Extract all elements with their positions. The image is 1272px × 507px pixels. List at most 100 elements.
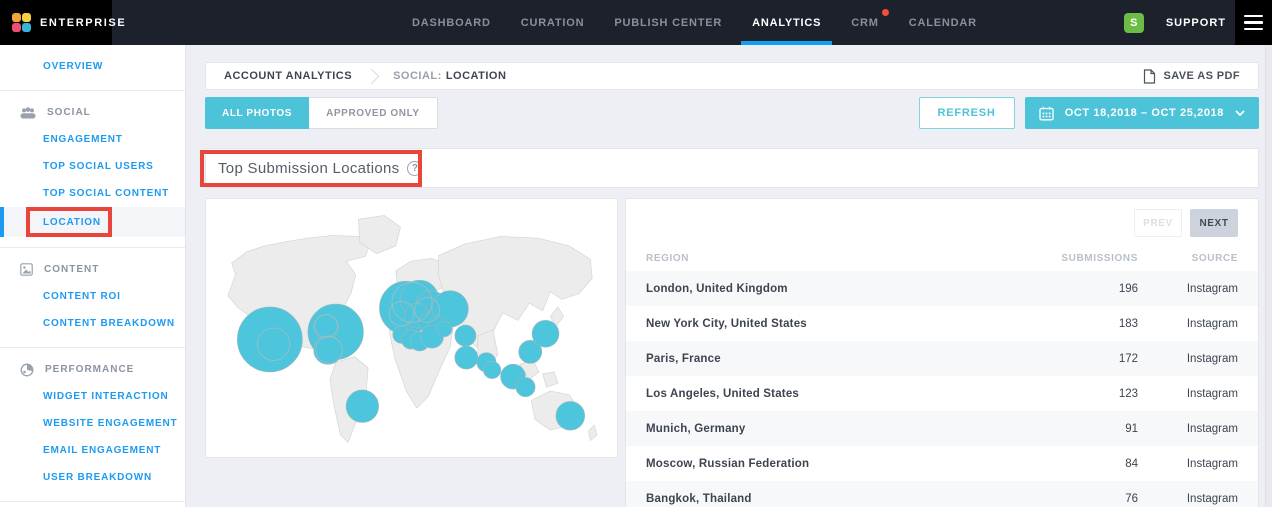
cell-submissions: 76	[988, 481, 1138, 507]
cell-submissions: 172	[988, 341, 1138, 376]
cell-source: Instagram	[1138, 446, 1258, 481]
next-button[interactable]: NEXT	[1190, 209, 1238, 237]
table-row: Paris, France 172 Instagram	[626, 341, 1258, 376]
table-header-row: REGION SUBMISSIONS SOURCE	[626, 245, 1258, 271]
cell-source: Instagram	[1138, 271, 1258, 306]
table-row: Moscow, Russian Federation 84 Instagram	[626, 446, 1258, 481]
page-title: Top Submission Locations	[218, 160, 399, 177]
cell-source: Instagram	[1138, 376, 1258, 411]
nav-item-calendar[interactable]: CALENDAR	[909, 0, 977, 45]
sidebar-item-top-social-users[interactable]: TOP SOCIAL USERS	[0, 153, 185, 180]
table-row: London, United Kingdom 196 Instagram	[626, 271, 1258, 306]
column-header-source: SOURCE	[1138, 245, 1258, 271]
cell-submissions: 91	[988, 411, 1138, 446]
sidebar-item-user-breakdown[interactable]: USER BREAKDOWN	[0, 464, 185, 491]
cell-source: Instagram	[1138, 411, 1258, 446]
breadcrumb-account-analytics[interactable]: ACCOUNT ANALYTICS	[224, 70, 352, 82]
sidebar-item-overview[interactable]: OVERVIEW	[0, 53, 185, 80]
content-columns: PREV NEXT REGION SUBMISSIONS SOURCE Lond…	[205, 198, 1259, 507]
save-as-pdf-button[interactable]: SAVE AS PDF	[1143, 69, 1240, 84]
scrollbar[interactable]	[1265, 45, 1272, 507]
date-range-label: OCT 18,2018 – OCT 25,2018	[1065, 107, 1224, 119]
all-photos-button[interactable]: ALL PHOTOS	[205, 97, 309, 129]
submission-map-panel	[205, 198, 618, 458]
notification-dot	[882, 9, 889, 16]
nav-item-curation[interactable]: CURATION	[521, 0, 585, 45]
cell-region: London, United Kingdom	[626, 271, 988, 306]
image-icon	[20, 263, 33, 276]
cell-submissions: 84	[988, 446, 1138, 481]
chevron-down-icon	[1235, 110, 1245, 116]
calendar-icon	[1039, 106, 1054, 121]
section-heading-panel: Top Submission Locations ?	[205, 148, 1259, 188]
sidebar-item-email-engagement[interactable]: EMAIL ENGAGEMENT	[0, 437, 185, 464]
save-as-pdf-label: SAVE AS PDF	[1163, 70, 1240, 82]
cell-source: Instagram	[1138, 481, 1258, 507]
sidebar-item-content-breakdown[interactable]: CONTENT BREAKDOWN	[0, 310, 185, 337]
filter-controls: ALL PHOTOS APPROVED ONLY REFRESH OCT 18,…	[205, 97, 1259, 129]
hamburger-menu-icon[interactable]	[1235, 0, 1272, 45]
sidebar-header-performance: PERFORMANCE	[0, 356, 185, 383]
sidebar-header-content: CONTENT	[0, 256, 185, 283]
cell-region: Los Angeles, United States	[626, 376, 988, 411]
prev-button[interactable]: PREV	[1134, 209, 1182, 237]
help-icon[interactable]: ?	[407, 161, 422, 176]
column-header-region: REGION	[626, 245, 988, 271]
sidebar: OVERVIEW SOCIAL ENGAGEMENT TOP SOCIAL US…	[0, 45, 186, 507]
brand-name: ENTERPRISE	[40, 17, 126, 29]
brand-grid-icon	[12, 13, 31, 32]
sidebar-item-content-roi[interactable]: CONTENT ROI	[0, 283, 185, 310]
cell-region: Munich, Germany	[626, 411, 988, 446]
table-row: New York City, United States 183 Instagr…	[626, 306, 1258, 341]
nav-menu: DASHBOARD CURATION PUBLISH CENTER ANALYT…	[412, 0, 977, 45]
sidebar-section-overview: OVERVIEW	[0, 45, 185, 90]
nav-item-crm-label: CRM	[851, 17, 878, 29]
cell-submissions: 183	[988, 306, 1138, 341]
nav-right: S SUPPORT	[1124, 0, 1226, 45]
brand-logo[interactable]: ENTERPRISE	[0, 0, 112, 45]
breadcrumb-current: LOCATION	[446, 70, 507, 82]
sidebar-header-label: SOCIAL	[47, 107, 91, 118]
sidebar-item-engagement[interactable]: ENGAGEMENT	[0, 126, 185, 153]
sidebar-header-label: CONTENT	[44, 264, 99, 275]
refresh-button[interactable]: REFRESH	[919, 97, 1015, 129]
sidebar-item-top-social-content[interactable]: TOP SOCIAL CONTENT	[0, 180, 185, 207]
sidebar-item-website-engagement[interactable]: WEBSITE ENGAGEMENT	[0, 410, 185, 437]
locations-table: REGION SUBMISSIONS SOURCE London, United…	[626, 245, 1258, 507]
sidebar-header-social: SOCIAL	[0, 99, 185, 126]
world-bubble-map[interactable]	[211, 204, 612, 452]
pagination: PREV NEXT	[626, 209, 1258, 237]
locations-table-panel: PREV NEXT REGION SUBMISSIONS SOURCE Lond…	[625, 198, 1259, 507]
sidebar-header-label: PERFORMANCE	[45, 364, 134, 375]
sidebar-item-location[interactable]: LOCATION	[0, 207, 185, 237]
table-row: Munich, Germany 91 Instagram	[626, 411, 1258, 446]
cell-region: New York City, United States	[626, 306, 988, 341]
column-header-submissions: SUBMISSIONS	[988, 245, 1138, 271]
sidebar-item-location-label: LOCATION	[43, 217, 101, 228]
user-avatar[interactable]: S	[1124, 13, 1144, 33]
cell-region: Paris, France	[626, 341, 988, 376]
document-icon	[1143, 69, 1156, 84]
breadcrumb-section-prefix: SOCIAL:	[393, 70, 442, 82]
approved-only-button[interactable]: APPROVED ONLY	[309, 97, 438, 129]
nav-item-dashboard[interactable]: DASHBOARD	[412, 0, 491, 45]
table-row: Bangkok, Thailand 76 Instagram	[626, 481, 1258, 507]
support-link[interactable]: SUPPORT	[1166, 17, 1226, 29]
nav-item-publish-center[interactable]: PUBLISH CENTER	[614, 0, 722, 45]
sidebar-section-social: SOCIAL ENGAGEMENT TOP SOCIAL USERS TOP S…	[0, 91, 185, 247]
cell-region: Bangkok, Thailand	[626, 481, 988, 507]
date-range-picker[interactable]: OCT 18,2018 – OCT 25,2018	[1025, 97, 1259, 129]
gauge-icon	[20, 363, 34, 377]
sidebar-section-performance: PERFORMANCE WIDGET INTERACTION WEBSITE E…	[0, 348, 185, 501]
sidebar-section-content: CONTENT CONTENT ROI CONTENT BREAKDOWN	[0, 248, 185, 347]
sidebar-item-widget-interaction[interactable]: WIDGET INTERACTION	[0, 383, 185, 410]
cell-source: Instagram	[1138, 341, 1258, 376]
cell-submissions: 196	[988, 271, 1138, 306]
users-icon	[20, 107, 36, 119]
cell-source: Instagram	[1138, 306, 1258, 341]
nav-item-analytics[interactable]: ANALYTICS	[752, 0, 821, 45]
breadcrumb: ACCOUNT ANALYTICS SOCIAL: LOCATION SAVE …	[205, 62, 1259, 90]
chevron-right-icon	[364, 68, 380, 84]
divider	[0, 501, 185, 502]
nav-item-crm[interactable]: CRM	[851, 0, 878, 45]
